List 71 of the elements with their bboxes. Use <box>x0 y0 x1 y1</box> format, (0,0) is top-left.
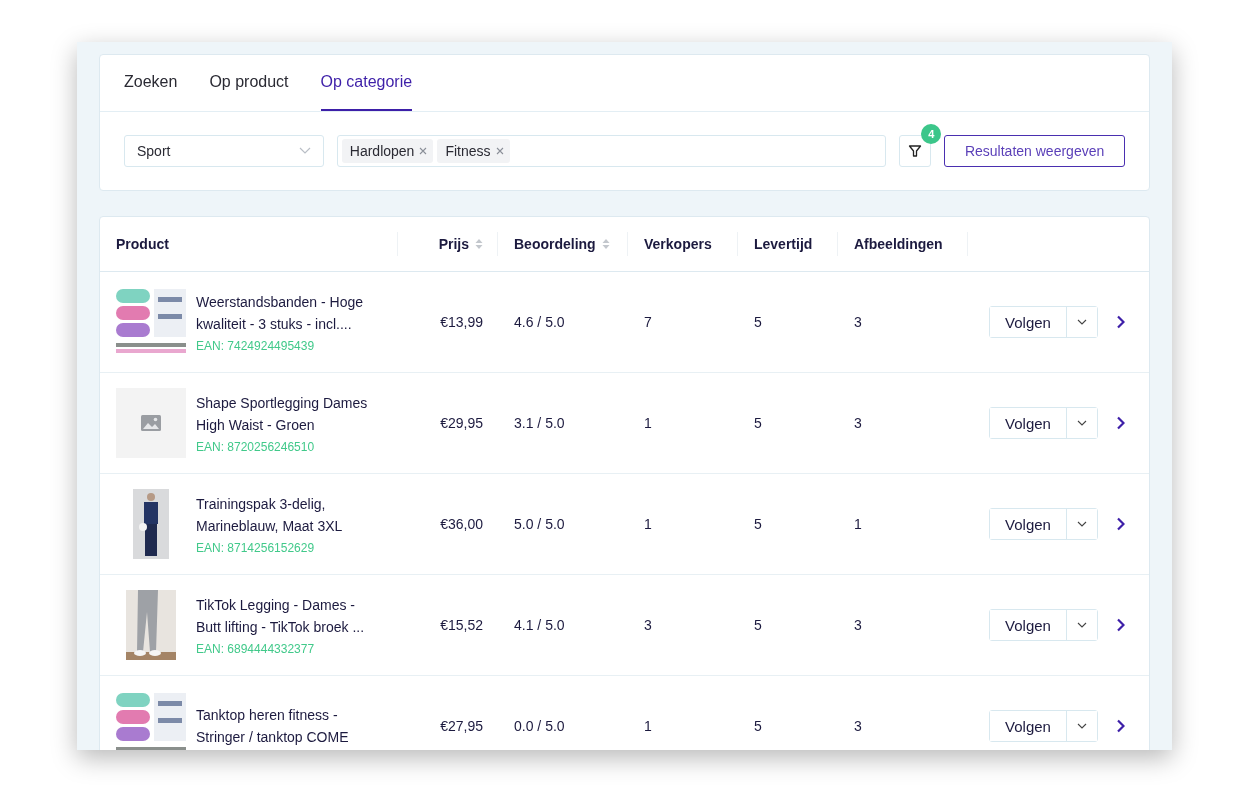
delivery-time: 5 <box>754 415 762 431</box>
column-header: Prijs <box>438 236 469 252</box>
category-select[interactable]: Sport <box>124 135 324 167</box>
rating: 5.0 / 5.0 <box>514 516 565 532</box>
column-header: Product <box>116 236 169 252</box>
column-header: Levertijd <box>754 236 813 252</box>
product-title[interactable]: Weerstandsbanden - Hoge kwaliteit - 3 stuks - incl.... <box>196 291 376 335</box>
chevron-down-icon <box>1077 319 1087 325</box>
follow-button[interactable]: Volgen <box>990 711 1067 741</box>
chevron-right-icon[interactable] <box>1116 618 1125 632</box>
ean-code: EAN: 8720256246510 <box>196 440 316 454</box>
images-count: 3 <box>854 314 862 330</box>
chevron-down-icon <box>298 147 311 155</box>
tab[interactable]: Op product <box>209 55 289 111</box>
sellers-count: 1 <box>644 718 652 734</box>
tab[interactable]: Zoeken <box>124 55 178 111</box>
rating: 4.6 / 5.0 <box>514 314 565 330</box>
chevron-down-icon <box>1077 723 1087 729</box>
chevron-down-icon <box>1077 521 1087 527</box>
delivery-time: 5 <box>754 314 762 330</box>
tab[interactable]: Op categorie <box>320 55 413 111</box>
sellers-count: 1 <box>644 516 652 532</box>
follow-button[interactable]: Volgen <box>990 408 1067 438</box>
sort-icon[interactable] <box>475 238 483 250</box>
ean-code: EAN: 8714256152629 <box>196 541 316 555</box>
product-title[interactable]: Trainingspak 3-delig, Marineblauw, Maat 3XL <box>196 493 376 537</box>
ean-code: EAN: 6894444332377 <box>196 642 316 656</box>
sort-icon[interactable] <box>601 238 610 250</box>
images-count: 3 <box>854 617 862 633</box>
follow-button[interactable]: Volgen <box>990 610 1067 640</box>
tag-label: Fitness <box>445 143 491 159</box>
column-header: Verkopers <box>644 236 712 252</box>
rating: 4.1 / 5.0 <box>514 617 565 633</box>
funnel-icon <box>908 144 923 158</box>
price: €13,99 <box>440 314 483 330</box>
rating: 0.0 / 5.0 <box>514 718 565 734</box>
product-title[interactable]: Shape Sportlegging Dames High Waist - Groen <box>196 392 376 436</box>
sellers-count: 3 <box>644 617 652 633</box>
chevron-right-icon[interactable] <box>1116 315 1125 329</box>
sellers-count: 7 <box>644 314 652 330</box>
product-title[interactable]: TikTok Legging - Dames - Butt lifting - TikTok broek ... <box>196 594 376 638</box>
images-count: 3 <box>854 415 862 431</box>
delivery-time: 5 <box>754 516 762 532</box>
image-icon <box>141 415 161 431</box>
column-header: Beoordeling <box>514 236 596 252</box>
delivery-time: 5 <box>754 718 762 734</box>
tag-label: Hardlopen <box>349 143 415 159</box>
chevron-right-icon[interactable] <box>1116 416 1125 430</box>
price: €36,00 <box>440 516 483 532</box>
chevron-down-icon <box>1077 622 1087 628</box>
follow-button[interactable]: Volgen <box>990 509 1067 539</box>
ean-code: EAN: 7424924495439 <box>196 339 316 353</box>
images-count: 1 <box>854 516 862 532</box>
product-title[interactable]: Tanktop heren fitness - Stringer / tanktop COME <box>196 704 376 748</box>
price: €27,95 <box>440 718 483 734</box>
column-header: Afbeeldingen <box>854 236 943 252</box>
delivery-time: 5 <box>754 617 762 633</box>
sellers-count: 1 <box>644 415 652 431</box>
price: €29,95 <box>440 415 483 431</box>
follow-button[interactable]: Volgen <box>990 307 1067 337</box>
price: €15,52 <box>440 617 483 633</box>
show-results-button[interactable]: Resultaten weergeven <box>944 135 1125 167</box>
images-count: 3 <box>854 718 862 734</box>
filter-count-badge: 4 <box>921 124 942 144</box>
chevron-right-icon[interactable] <box>1116 719 1125 733</box>
rating: 3.1 / 5.0 <box>514 415 565 431</box>
close-icon[interactable] <box>495 147 504 155</box>
tag-input-field[interactable]: Hardlopen Fitness <box>336 135 887 167</box>
chevron-down-icon <box>1077 420 1087 426</box>
close-icon[interactable] <box>419 147 428 155</box>
chevron-right-icon[interactable] <box>1116 517 1125 531</box>
